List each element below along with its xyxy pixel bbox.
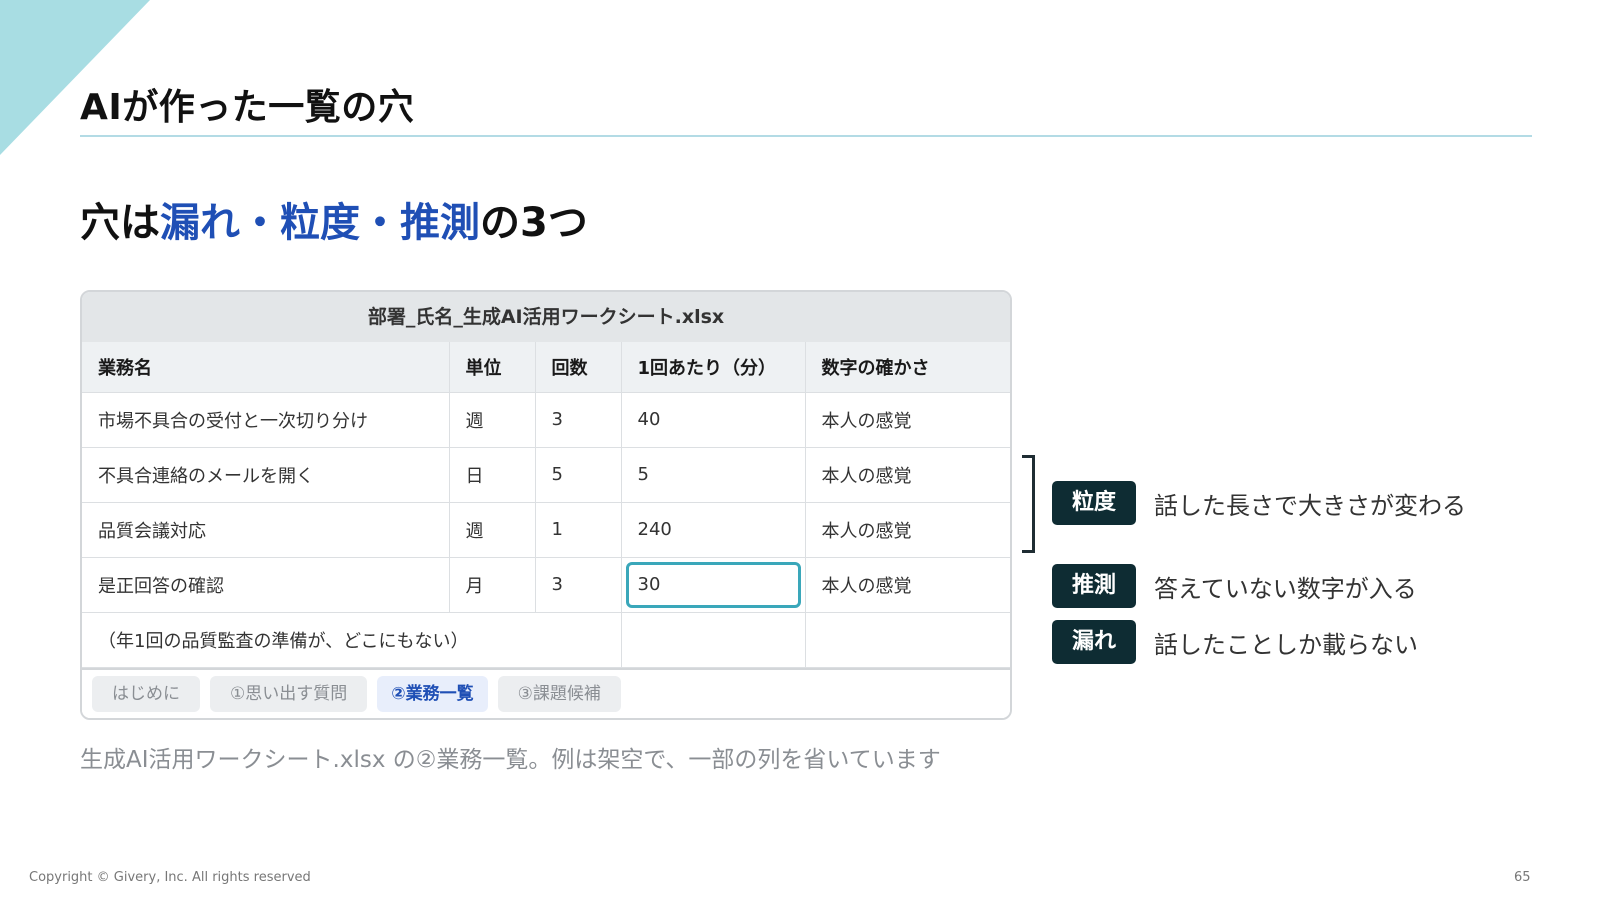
cell-certainty[interactable]: 本人の感覚 — [804, 446, 1010, 503]
sheet-tab-task-list[interactable]: ②業務一覧 — [377, 676, 488, 712]
cell-count[interactable]: 3 — [534, 391, 622, 448]
sheet-tab-intro[interactable]: はじめに — [92, 676, 200, 712]
table-row: 不具合連絡のメールを開く 日 5 5 本人の感覚 — [82, 446, 1010, 503]
column-header-count[interactable]: 回数 — [534, 342, 622, 393]
cell-minutes[interactable]: 40 — [620, 391, 806, 448]
cell-certainty[interactable]: 本人の感覚 — [804, 501, 1010, 558]
cell-certainty[interactable]: 本人の感覚 — [804, 391, 1010, 448]
cell-count[interactable]: 5 — [534, 446, 622, 503]
sheet-tabs: はじめに ①思い出す質問 ②業務一覧 ③課題候補 — [82, 668, 1010, 718]
bracket-connector — [1022, 455, 1035, 553]
missing-task-note[interactable]: （年1回の品質監査の準備が、どこにもない） — [82, 611, 622, 668]
cell-unit[interactable]: 週 — [448, 501, 536, 558]
headline-term-guess: 推測 — [400, 200, 480, 246]
header-row: 業務名 単位 回数 1回あたり（分） 数字の確かさ — [82, 342, 1010, 393]
issue-tag: 漏れ — [1052, 620, 1136, 664]
issue-tag: 推測 — [1052, 564, 1136, 608]
issue-description: 話したことしか載らない — [1154, 630, 1418, 659]
sheet-tab-recall-questions[interactable]: ①思い出す質問 — [210, 676, 368, 712]
cell-task[interactable]: 不具合連絡のメールを開く — [82, 446, 450, 503]
page-number: 65 — [1514, 870, 1531, 885]
cell-unit[interactable]: 週 — [448, 391, 536, 448]
cell-count[interactable]: 1 — [534, 501, 622, 558]
selected-cell-minutes[interactable]: 30 — [620, 556, 806, 613]
issue-description: 答えていない数字が入る — [1154, 574, 1417, 603]
headline-term-granularity: 粒度 — [280, 200, 360, 246]
cell-empty[interactable] — [804, 611, 1010, 668]
issue-granularity: 粒度 話した長さで大きさが変わる — [1052, 481, 1466, 525]
cell-minutes[interactable]: 5 — [620, 446, 806, 503]
headline-prefix: 穴は — [80, 200, 160, 246]
sheet-tab-issue-candidates[interactable]: ③課題候補 — [497, 676, 621, 712]
cell-task[interactable]: 是正回答の確認 — [82, 556, 450, 613]
table-row: 市場不具合の受付と一次切り分け 週 3 40 本人の感覚 — [82, 391, 1010, 448]
cell-certainty[interactable]: 本人の感覚 — [804, 556, 1010, 613]
page-title: AIが作った一覧の穴 — [80, 87, 415, 128]
column-header-certainty[interactable]: 数字の確かさ — [804, 342, 1010, 393]
table-row: 是正回答の確認 月 3 30 本人の感覚 — [82, 556, 1010, 613]
column-header-unit[interactable]: 単位 — [448, 342, 536, 393]
cell-minutes[interactable]: 240 — [620, 501, 806, 558]
issue-description: 話した長さで大きさが変わる — [1154, 491, 1466, 520]
spreadsheet-window: 部署_氏名_生成AI活用ワークシート.xlsx 業務名 単位 回数 1回あたり（… — [80, 290, 1012, 720]
headline-term-omission: 漏れ — [160, 200, 240, 246]
issue-tag: 粒度 — [1052, 481, 1136, 525]
headline-suffix: の3つ — [480, 200, 588, 246]
cell-task[interactable]: 市場不具合の受付と一次切り分け — [82, 391, 450, 448]
headline: 穴は漏れ・粒度・推測の3つ — [80, 190, 588, 248]
figure-caption: 生成AI活用ワークシート.xlsx の②業務一覧。例は架空で、一部の列を省いてい… — [80, 747, 941, 773]
missing-task-row: （年1回の品質監査の準備が、どこにもない） — [82, 611, 1010, 668]
cell-unit[interactable]: 日 — [448, 446, 536, 503]
cell-task[interactable]: 品質会議対応 — [82, 501, 450, 558]
title-divider — [80, 135, 1532, 137]
column-header-task[interactable]: 業務名 — [82, 342, 450, 393]
spreadsheet-filename: 部署_氏名_生成AI活用ワークシート.xlsx — [82, 292, 1010, 342]
cell-count[interactable]: 3 — [534, 556, 622, 613]
headline-separator: ・ — [360, 200, 400, 246]
column-header-minutes[interactable]: 1回あたり（分） — [620, 342, 806, 393]
table-row: 品質会議対応 週 1 240 本人の感覚 — [82, 501, 1010, 558]
headline-separator: ・ — [240, 200, 280, 246]
cell-empty[interactable] — [620, 611, 806, 668]
issue-omission: 漏れ 話したことしか載らない — [1052, 620, 1418, 664]
issue-guess: 推測 答えていない数字が入る — [1052, 564, 1417, 608]
spreadsheet-grid: 業務名 単位 回数 1回あたり（分） 数字の確かさ 市場不具合の受付と一次切り分… — [82, 342, 1010, 668]
cell-unit[interactable]: 月 — [448, 556, 536, 613]
copyright-notice: Copyright © Givery, Inc. All rights rese… — [29, 870, 311, 885]
